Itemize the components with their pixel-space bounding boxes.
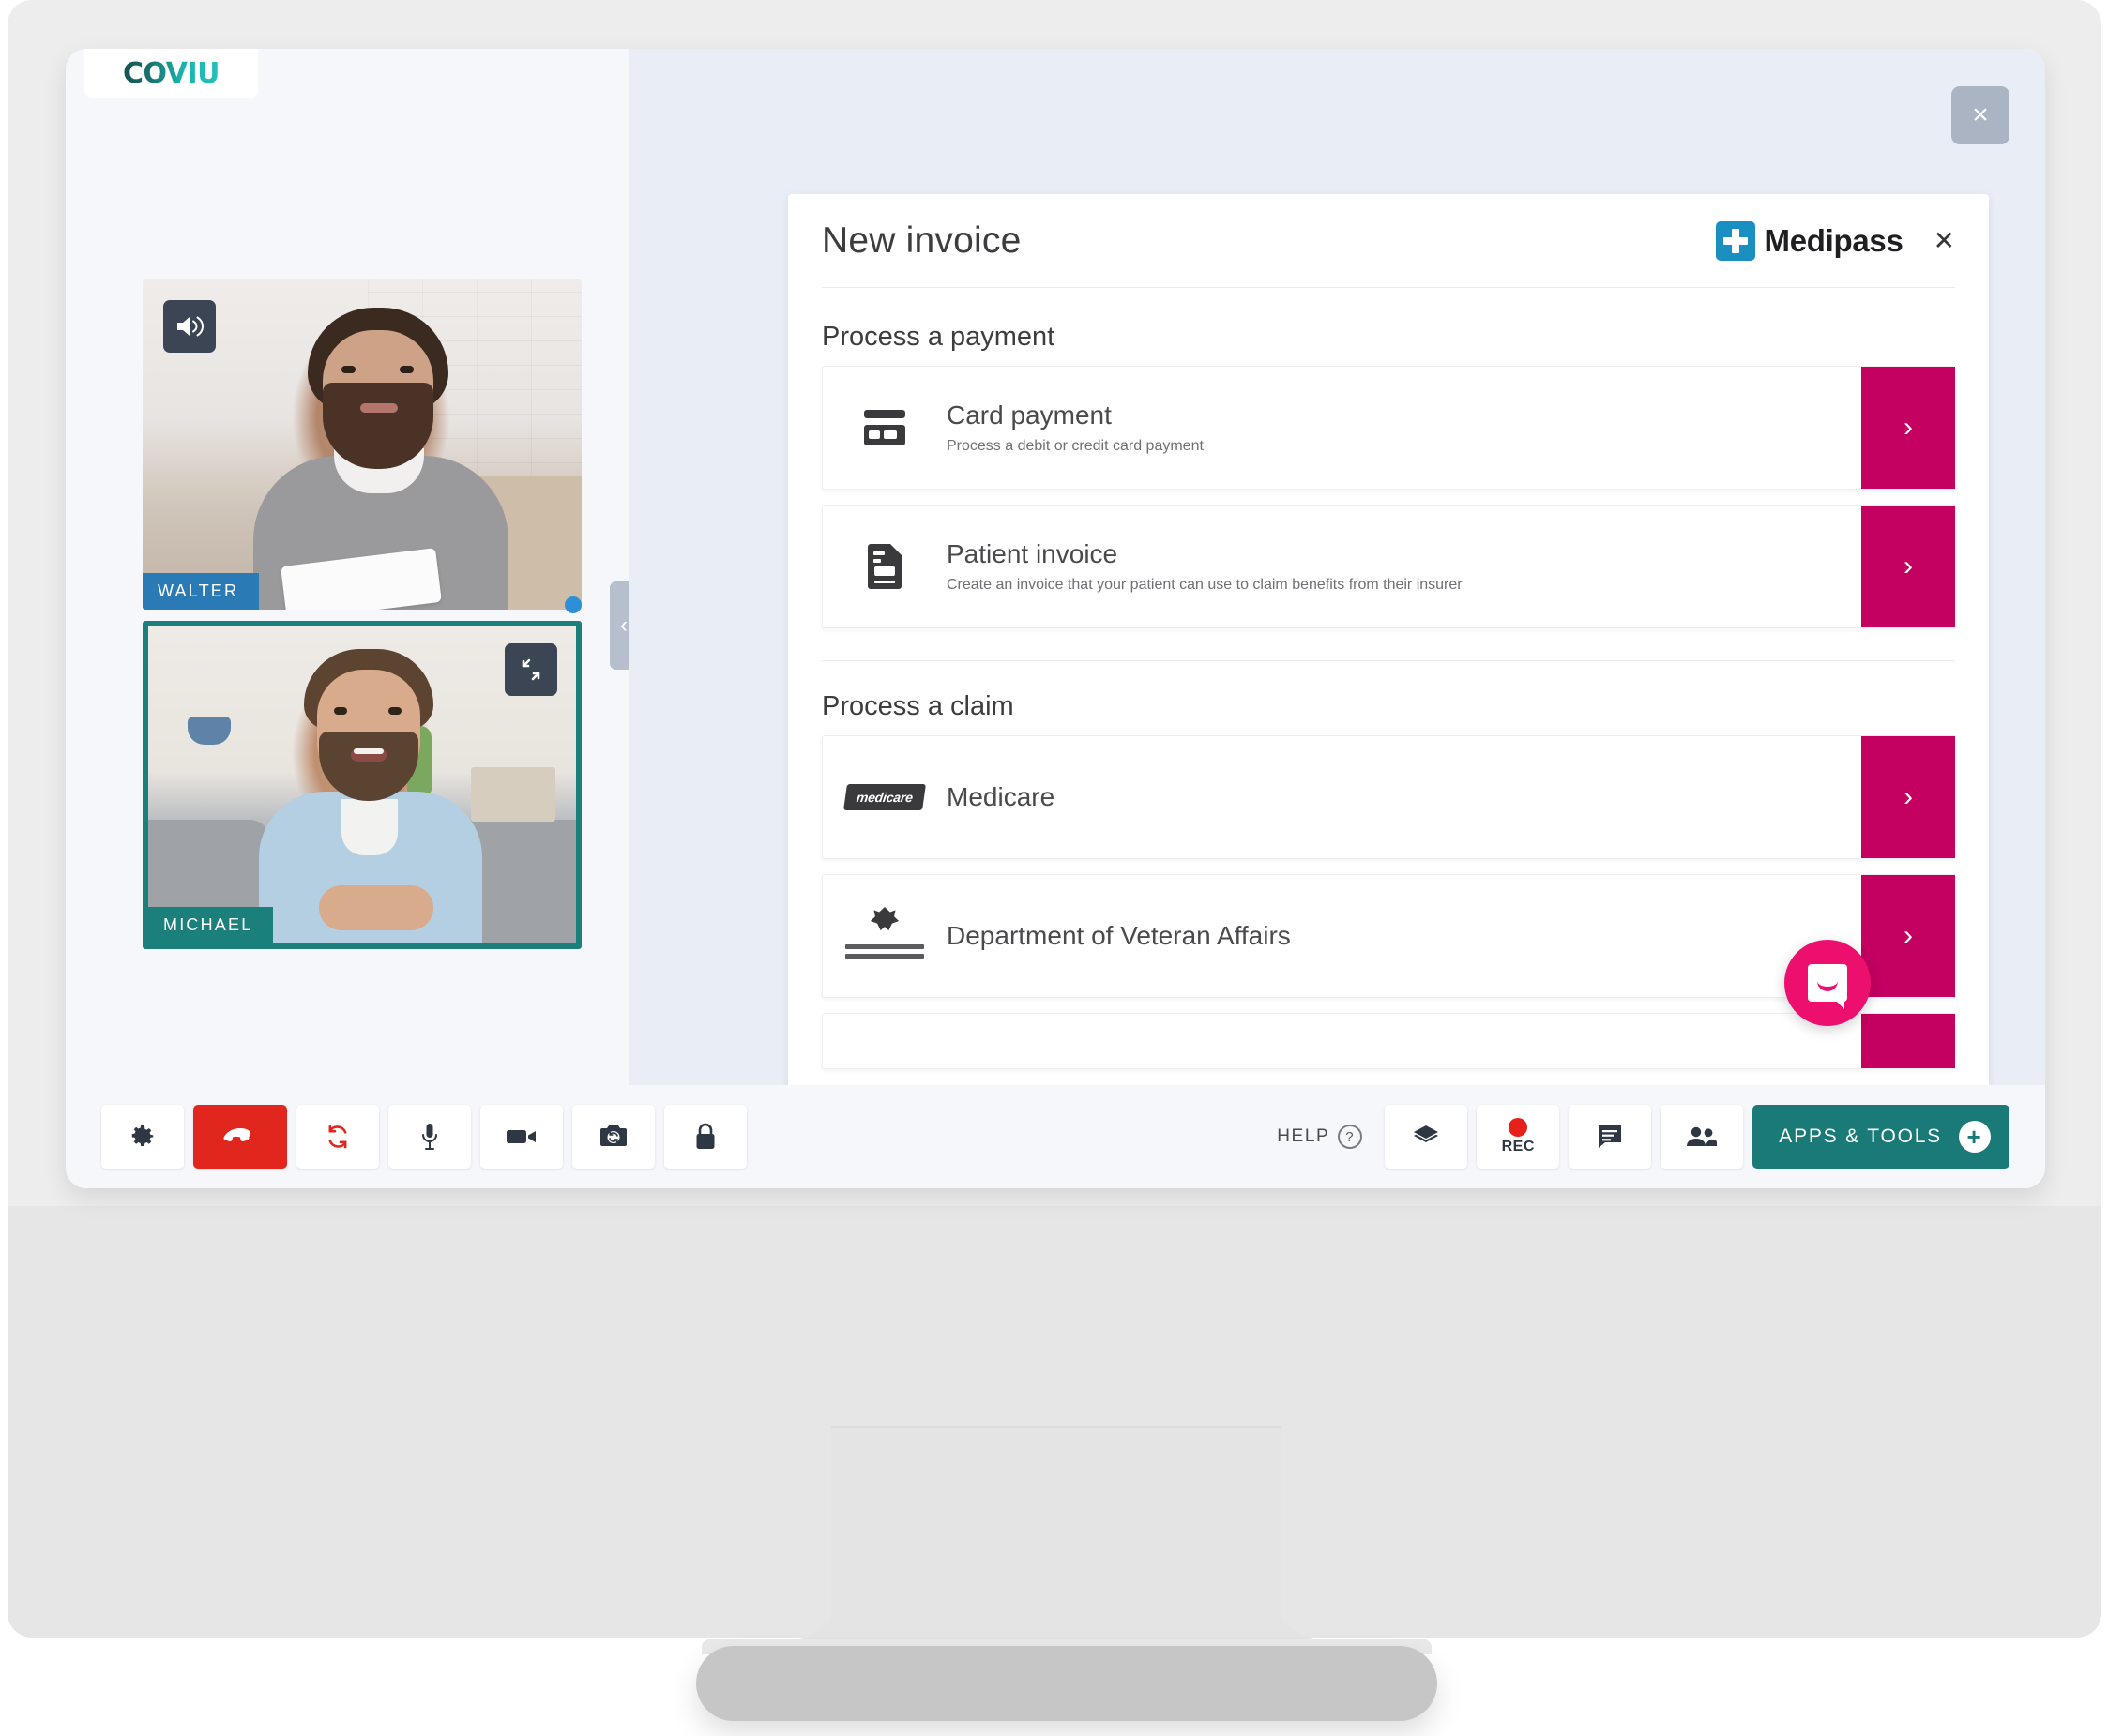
medipass-cross-icon	[1716, 221, 1755, 261]
people-icon[interactable]	[1661, 1105, 1743, 1169]
toolbar-left-group	[101, 1105, 747, 1169]
collapse-arrows-icon[interactable]	[505, 643, 557, 696]
eye-left-shape	[334, 707, 347, 715]
process-payment-section: Process a payment Card payment Process a…	[788, 322, 1989, 628]
gear-icon[interactable]	[101, 1105, 184, 1169]
video-tile-walter[interactable]: WALTER	[143, 279, 582, 610]
option-label: Patient invoice	[947, 539, 1846, 569]
option-text: Department of Veteran Affairs	[947, 921, 1861, 951]
help-label[interactable]: HELP ?	[1277, 1125, 1362, 1149]
medipass-brand-label: Medipass	[1765, 223, 1903, 259]
medicare-logo-icon: medicare	[823, 784, 947, 810]
page-title: New invoice	[822, 220, 1021, 262]
medipass-close-icon[interactable]: ✕	[1934, 225, 1955, 256]
section-heading-claim: Process a claim	[822, 691, 1955, 722]
video-tile-michael[interactable]: MICHAEL	[143, 621, 582, 949]
layers-icon[interactable]	[1385, 1105, 1467, 1169]
participant-name-badge: MICHAEL	[148, 907, 273, 943]
option-row-partial[interactable]	[822, 1013, 1955, 1069]
beard-shape	[319, 732, 418, 801]
option-description: Process a debit or credit card payment	[947, 438, 1846, 455]
help-text: HELP	[1277, 1126, 1329, 1147]
call-toolbar: HELP ? REC	[66, 1085, 2045, 1188]
lock-icon[interactable]	[664, 1105, 747, 1169]
phone-hangup-icon[interactable]	[193, 1105, 287, 1169]
option-text: Card payment Process a debit or credit c…	[947, 400, 1861, 454]
option-label: Medicare	[947, 782, 1846, 812]
close-icon[interactable]: ×	[1951, 86, 2009, 144]
option-description: Create an invoice that your patient can …	[947, 577, 1846, 594]
coviu-wordmark: COVIU	[123, 57, 220, 90]
record-icon[interactable]: REC	[1477, 1105, 1559, 1169]
option-label: Department of Veteran Affairs	[947, 921, 1846, 951]
refresh-icon[interactable]	[296, 1105, 379, 1169]
invoice-document-icon	[823, 544, 947, 589]
chevron-right-icon[interactable]: ›	[1861, 367, 1955, 489]
eye-right-shape	[400, 366, 414, 373]
chevron-right-icon[interactable]	[1861, 1014, 1955, 1068]
apps-and-tools-button[interactable]: APPS & TOOLS +	[1752, 1105, 2009, 1169]
lamp-shape	[188, 717, 231, 745]
option-label: Card payment	[947, 400, 1846, 430]
process-claim-section: Process a claim medicare Medicare ›	[822, 660, 1955, 1069]
participant-name-badge: WALTER	[143, 573, 259, 610]
option-row-patient-invoice[interactable]: Patient invoice Create an invoice that y…	[822, 505, 1955, 628]
microphone-icon[interactable]	[388, 1105, 471, 1169]
record-dot	[1509, 1118, 1527, 1137]
monitor-stand-neck	[831, 1426, 1281, 1651]
record-label: REC	[1502, 1139, 1535, 1155]
eye-left-shape	[341, 366, 356, 373]
chevron-right-icon[interactable]: ›	[1861, 506, 1955, 627]
dva-crest-icon	[823, 907, 947, 965]
chevron-right-icon[interactable]: ›	[1861, 875, 1955, 997]
hands-shape	[319, 885, 433, 930]
option-text: Patient invoice Create an invoice that y…	[947, 539, 1861, 593]
mouth-shape	[360, 403, 398, 413]
help-question-icon: ?	[1338, 1125, 1362, 1149]
medicare-logo-text: medicare	[856, 790, 914, 805]
video-sidebar: COVIU	[66, 49, 629, 1085]
speaker-icon[interactable]	[163, 300, 216, 353]
medipass-panel-header: New invoice Medipass ✕	[822, 194, 1955, 288]
audio-level-dot	[565, 596, 582, 613]
camera-switch-icon[interactable]	[572, 1105, 655, 1169]
chat-bubble-icon[interactable]	[1784, 940, 1871, 1026]
toolbar-right-group: HELP ? REC	[1277, 1105, 2009, 1169]
monitor-mockup: COVIU	[0, 0, 2108, 1736]
plus-icon: +	[1959, 1121, 1991, 1153]
tshirt-shape	[341, 799, 398, 855]
video-camera-icon[interactable]	[480, 1105, 563, 1169]
section-heading-payment: Process a payment	[822, 322, 1955, 353]
teeth-shape	[354, 748, 384, 754]
option-row-medicare[interactable]: medicare Medicare ›	[822, 735, 1955, 859]
apps-tools-label: APPS & TOOLS	[1779, 1125, 1942, 1148]
option-row-card-payment[interactable]: Card payment Process a debit or credit c…	[822, 366, 1955, 490]
coviu-app-window: COVIU	[66, 49, 2045, 1188]
credit-card-icon	[823, 410, 947, 445]
medipass-brand: Medipass ✕	[1716, 221, 1955, 261]
chat-icon[interactable]	[1569, 1105, 1651, 1169]
eye-right-shape	[388, 707, 402, 715]
option-text: Medicare	[947, 782, 1861, 812]
coviu-logo: COVIU	[84, 49, 258, 98]
monitor-stand-base	[696, 1646, 1437, 1721]
shelf-shape	[471, 767, 555, 822]
chevron-right-icon[interactable]: ›	[1861, 736, 1955, 858]
